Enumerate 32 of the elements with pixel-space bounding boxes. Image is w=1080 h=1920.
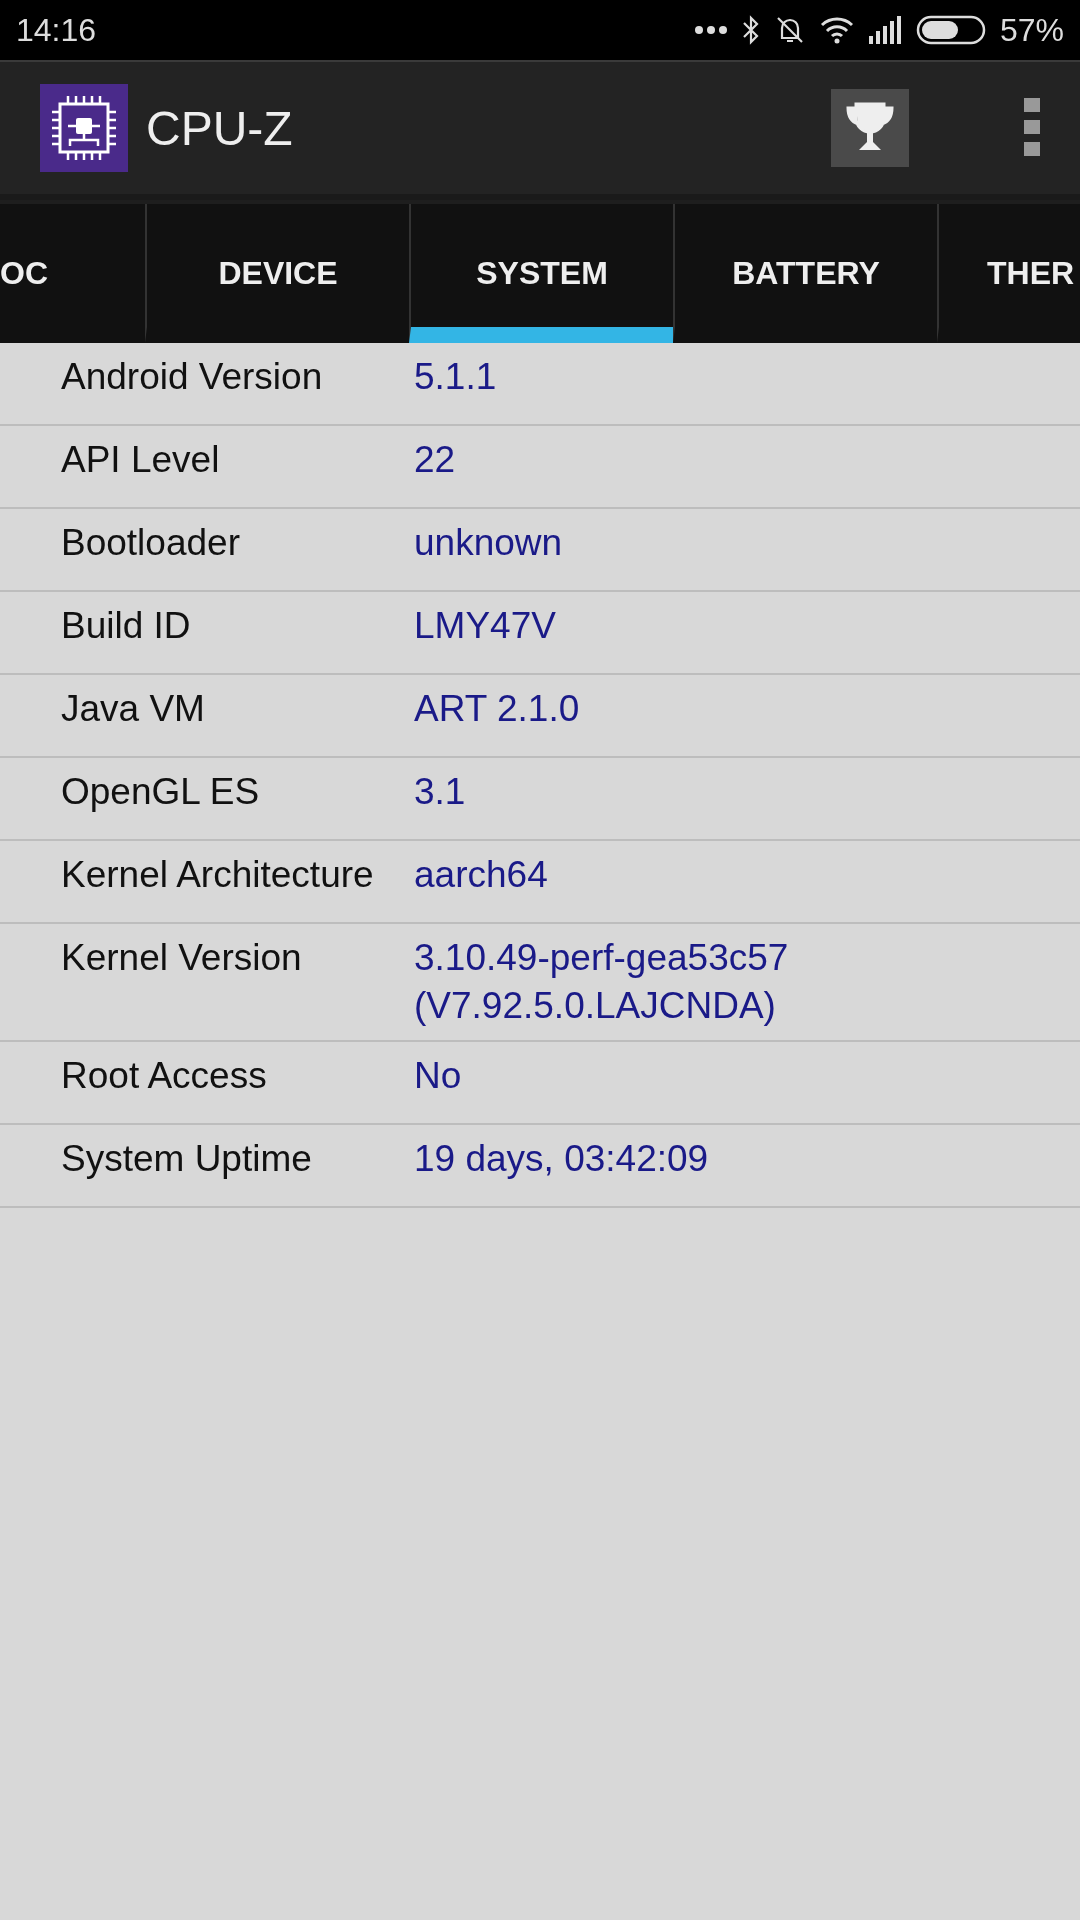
property-label: Android Version — [60, 355, 324, 399]
property-value: 5.1.1 — [414, 355, 497, 399]
property-label: Build ID — [60, 604, 192, 648]
chip-logo-icon — [40, 84, 128, 172]
trophy-button[interactable] — [831, 89, 909, 167]
status-time: 14:16 — [16, 11, 97, 49]
property-label: Java VM — [60, 687, 206, 731]
app-title: CPU-Z — [146, 100, 293, 156]
battery-icon — [915, 15, 986, 45]
property-value: 3.1 — [414, 770, 466, 814]
property-label: System Uptime — [60, 1137, 313, 1181]
overflow-menu-button[interactable] — [1024, 98, 1040, 158]
battery-percentage: 57% — [999, 11, 1064, 49]
property-value: 22 — [414, 438, 456, 482]
property-label: Root Access — [60, 1054, 268, 1098]
property-label: API Level — [60, 438, 221, 482]
property-value: unknown — [414, 521, 563, 565]
tab[interactable]: SYSTEM — [409, 204, 673, 343]
property-value: aarch64 — [414, 853, 548, 897]
property-label: Bootloader — [60, 521, 241, 565]
more-notifications-icon — [693, 25, 728, 35]
bluetooth-icon — [741, 15, 760, 45]
property-value: No — [414, 1054, 462, 1098]
property-value: ART 2.1.0 — [414, 687, 580, 731]
signal-icon — [867, 16, 902, 44]
property-value: LMY47V — [414, 604, 556, 648]
property-value: 19 days, 03:42:09 — [414, 1137, 709, 1181]
property-label: OpenGL ES — [60, 770, 261, 814]
wifi-icon — [819, 16, 854, 44]
property-label: Kernel Version — [60, 936, 303, 980]
property-label: Kernel Architecture — [60, 853, 375, 897]
property-value: 3.10.49-perf-gea53c57 (V7.92.5.0.LAJCNDA) — [414, 936, 789, 1028]
